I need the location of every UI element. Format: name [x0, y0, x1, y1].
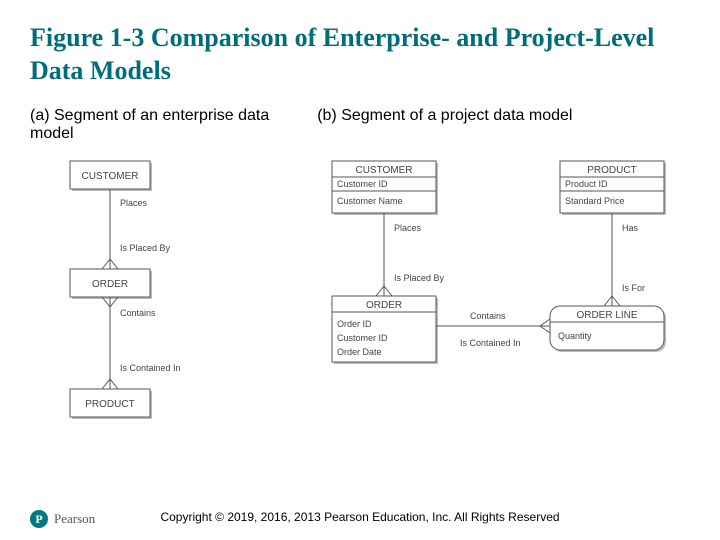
- entity-order-b: ORDER: [366, 300, 402, 311]
- product-attr1: Product ID: [565, 179, 608, 189]
- rel-has: Has: [622, 223, 639, 233]
- entity-customer: CUSTOMER: [81, 171, 138, 182]
- rel-is-placed-by: Is Placed By: [120, 243, 171, 253]
- caption-b: (b) Segment of a project data model: [307, 107, 690, 143]
- diagram-a-svg: CUSTOMER Places Is Placed By ORDER Conta…: [30, 151, 200, 441]
- rel-is-contained-in: Is Contained In: [120, 363, 181, 373]
- entity-product-b: PRODUCT: [587, 165, 636, 176]
- order-line-attr1: Quantity: [558, 331, 592, 341]
- rel-places-b: Places: [394, 223, 422, 233]
- entity-product: PRODUCT: [85, 399, 134, 410]
- entity-order: ORDER: [92, 279, 128, 290]
- copyright-text: Copyright © 2019, 2016, 2013 Pearson Edu…: [0, 510, 720, 524]
- order-attr2: Customer ID: [337, 333, 388, 343]
- figure-title: Figure 1-3 Comparison of Enterprise- and…: [0, 0, 720, 97]
- product-attr2: Standard Price: [565, 196, 625, 206]
- rel-places: Places: [120, 198, 148, 208]
- diagram-b: CUSTOMER Customer ID Customer Name PRODU…: [230, 151, 690, 446]
- rel-is-placed-by-b: Is Placed By: [394, 273, 445, 283]
- customer-attr2: Customer Name: [337, 196, 403, 206]
- rel-is-contained-in-b: Is Contained In: [460, 338, 521, 348]
- order-attr3: Order Date: [337, 347, 382, 357]
- captions-row: (a) Segment of an enterprise data model …: [0, 97, 720, 143]
- entity-order-line: ORDER LINE: [576, 310, 637, 321]
- rel-is-for: Is For: [622, 283, 645, 293]
- rel-contains: Contains: [120, 308, 156, 318]
- customer-attr1: Customer ID: [337, 179, 388, 189]
- diagrams-row: CUSTOMER Places Is Placed By ORDER Conta…: [0, 143, 720, 446]
- rel-contains-b: Contains: [470, 311, 506, 321]
- entity-customer-b: CUSTOMER: [355, 165, 412, 176]
- caption-a: (a) Segment of an enterprise data model: [30, 107, 307, 143]
- order-attr1: Order ID: [337, 319, 372, 329]
- diagram-a: CUSTOMER Places Is Placed By ORDER Conta…: [30, 151, 230, 446]
- diagram-b-svg: CUSTOMER Customer ID Customer Name PRODU…: [260, 151, 680, 441]
